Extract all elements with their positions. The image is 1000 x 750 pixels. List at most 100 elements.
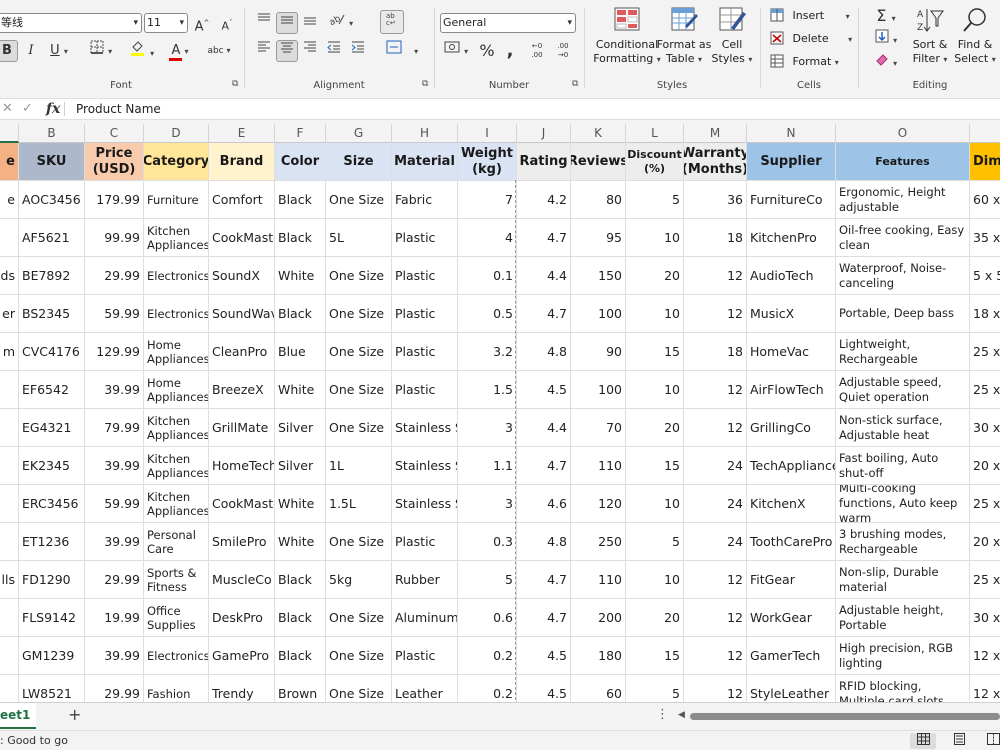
table-cell[interactable]: 4.4 (517, 257, 571, 295)
table-cell[interactable]: Oil-free cooking, Easy clean (836, 219, 970, 257)
table-cell[interactable]: 110 (571, 561, 626, 599)
table-cell[interactable]: 5 (626, 523, 684, 561)
table-cell[interactable]: Electronics (144, 257, 209, 295)
table-cell[interactable]: Kitchen Appliances (144, 219, 209, 257)
table-cell[interactable]: 4.5 (517, 371, 571, 409)
header-cell[interactable]: Weight (kg) (458, 143, 517, 181)
table-cell[interactable]: 12 (684, 561, 747, 599)
italic-button[interactable]: I (22, 40, 40, 62)
table-cell[interactable]: StyleLeather (747, 675, 836, 702)
fill-color-button[interactable]: ▾ (126, 40, 158, 62)
comma-button[interactable]: , (500, 40, 520, 62)
align-bottom-icon[interactable] (300, 12, 320, 34)
table-cell[interactable]: AOC3456 (19, 181, 85, 219)
table-cell[interactable]: 20 x (970, 523, 1000, 561)
table-cell[interactable] (0, 675, 19, 702)
table-cell[interactable]: Electronics (144, 637, 209, 675)
table-cell[interactable]: 12 (684, 409, 747, 447)
table-cell[interactable]: 179.99 (85, 181, 144, 219)
table-cell[interactable]: Blue (275, 333, 326, 371)
table-cell[interactable]: 24 (684, 447, 747, 485)
table-cell[interactable]: Trendy (209, 675, 275, 702)
table-cell[interactable]: Black (275, 219, 326, 257)
table-cell[interactable]: AudioTech (747, 257, 836, 295)
table-cell[interactable]: 12 x (970, 675, 1000, 702)
table-cell[interactable] (0, 409, 19, 447)
table-cell[interactable]: 4.6 (517, 485, 571, 523)
table-cell[interactable]: Stainless Steel (392, 485, 458, 523)
table-cell[interactable]: ds (0, 257, 19, 295)
header-cell[interactable]: Size (326, 143, 392, 181)
column-header[interactable]: K (571, 124, 626, 143)
column-header[interactable] (970, 124, 1000, 143)
merge-center-icon[interactable]: ▾ (380, 40, 424, 62)
table-cell[interactable]: 39.99 (85, 447, 144, 485)
accounting-format-button[interactable]: ▾ (440, 40, 472, 62)
table-cell[interactable]: Non-slip, Durable material (836, 561, 970, 599)
table-cell[interactable]: Fabric (392, 181, 458, 219)
table-cell[interactable]: Electronics (144, 295, 209, 333)
table-cell[interactable]: Non-stick surface, Adjustable heat (836, 409, 970, 447)
table-cell[interactable]: 60 (571, 675, 626, 702)
number-format-combo[interactable]: General ▾ (440, 13, 576, 33)
table-cell[interactable]: One Size (326, 295, 392, 333)
table-cell[interactable]: FLS9142 (19, 599, 85, 637)
table-cell[interactable]: 95 (571, 219, 626, 257)
table-cell[interactable]: 25 x (970, 561, 1000, 599)
table-cell[interactable]: 24 (684, 485, 747, 523)
align-left-icon[interactable] (254, 40, 274, 62)
table-cell[interactable]: BreezeX (209, 371, 275, 409)
autosum-button[interactable]: Σ ▾ (866, 5, 906, 27)
shrink-font-button[interactable]: Aˇ (218, 12, 236, 34)
table-cell[interactable]: 4.5 (517, 675, 571, 702)
table-cell[interactable]: 12 (684, 371, 747, 409)
dialog-launcher-icon[interactable]: ⧉ (232, 79, 238, 89)
column-header[interactable]: B (19, 124, 85, 143)
table-cell[interactable]: HomeVac (747, 333, 836, 371)
table-cell[interactable]: 59.99 (85, 295, 144, 333)
table-cell[interactable]: CookMaster (209, 485, 275, 523)
table-cell[interactable]: 7 (458, 181, 517, 219)
table-cell[interactable]: 4.7 (517, 561, 571, 599)
header-cell[interactable]: Supplier (747, 143, 836, 181)
enter-icon[interactable]: ✓ (22, 99, 33, 119)
table-cell[interactable] (0, 219, 19, 257)
orientation-icon[interactable]: ab ▾ (326, 12, 356, 34)
table-cell[interactable]: Adjustable height, Portable (836, 599, 970, 637)
table-cell[interactable] (0, 523, 19, 561)
table-cell[interactable]: 90 (571, 333, 626, 371)
table-cell[interactable]: 3 brushing modes, Rechargeable (836, 523, 970, 561)
table-cell[interactable]: White (275, 371, 326, 409)
table-cell[interactable]: DeskPro (209, 599, 275, 637)
header-cell[interactable]: Category (144, 143, 209, 181)
bold-button[interactable]: B (0, 40, 18, 62)
table-cell[interactable]: Plastic (392, 371, 458, 409)
column-header[interactable]: I (458, 124, 517, 143)
table-cell[interactable]: 100 (571, 371, 626, 409)
table-cell[interactable]: 10 (626, 295, 684, 333)
delete-button[interactable]: Delete ▾ (770, 29, 854, 49)
table-cell[interactable]: 0.2 (458, 637, 517, 675)
page-layout-view-button[interactable] (946, 733, 972, 749)
table-cell[interactable]: GM1239 (19, 637, 85, 675)
column-header[interactable]: G (326, 124, 392, 143)
column-header[interactable]: C (85, 124, 144, 143)
table-cell[interactable]: Kitchen Appliances (144, 409, 209, 447)
table-cell[interactable]: Stainless Steel (392, 409, 458, 447)
column-header[interactable]: O (836, 124, 970, 143)
table-cell[interactable]: 5 (626, 181, 684, 219)
table-cell[interactable]: AF5621 (19, 219, 85, 257)
table-cell[interactable]: 20 (626, 599, 684, 637)
table-cell[interactable]: 0.5 (458, 295, 517, 333)
table-cell[interactable]: KitchenPro (747, 219, 836, 257)
table-cell[interactable]: 25 x (970, 371, 1000, 409)
table-cell[interactable]: 39.99 (85, 523, 144, 561)
table-cell[interactable]: 39.99 (85, 637, 144, 675)
column-header[interactable]: J (517, 124, 571, 143)
table-cell[interactable]: Black (275, 561, 326, 599)
font-color-button[interactable]: A ▾ (164, 40, 196, 62)
find-select-button[interactable]: Find & Select ▾ (952, 6, 998, 67)
table-cell[interactable]: Black (275, 295, 326, 333)
table-cell[interactable]: 29.99 (85, 561, 144, 599)
table-cell[interactable]: MuscleCo (209, 561, 275, 599)
